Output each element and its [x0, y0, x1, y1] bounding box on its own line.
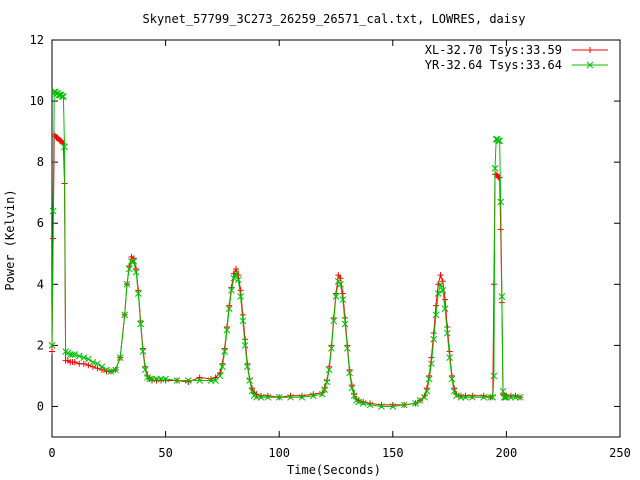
- x-tick-label: 150: [382, 446, 404, 460]
- y-tick-label: 2: [37, 338, 44, 352]
- y-tick-label: 6: [37, 216, 44, 230]
- chart-background: [0, 0, 640, 480]
- x-tick-label: 200: [496, 446, 518, 460]
- x-tick-label: 0: [48, 446, 55, 460]
- legend-label: XL-32.70 Tsys:33.59: [425, 43, 562, 57]
- x-tick-label: 100: [268, 446, 290, 460]
- y-tick-label: 12: [30, 33, 44, 47]
- legend-label: YR-32.64 Tsys:33.64: [425, 58, 562, 72]
- y-tick-label: 4: [37, 277, 44, 291]
- x-tick-label: 250: [609, 446, 631, 460]
- y-axis-label: Power (Kelvin): [3, 189, 17, 290]
- y-tick-label: 0: [37, 399, 44, 413]
- y-tick-label: 10: [30, 94, 44, 108]
- chart-title: Skynet_57799_3C273_26259_26571_cal.txt, …: [143, 12, 526, 26]
- y-tick-label: 8: [37, 155, 44, 169]
- chart: Skynet_57799_3C273_26259_26571_cal.txt, …: [0, 0, 640, 480]
- x-tick-label: 50: [158, 446, 172, 460]
- x-axis-label: Time(Seconds): [287, 463, 381, 477]
